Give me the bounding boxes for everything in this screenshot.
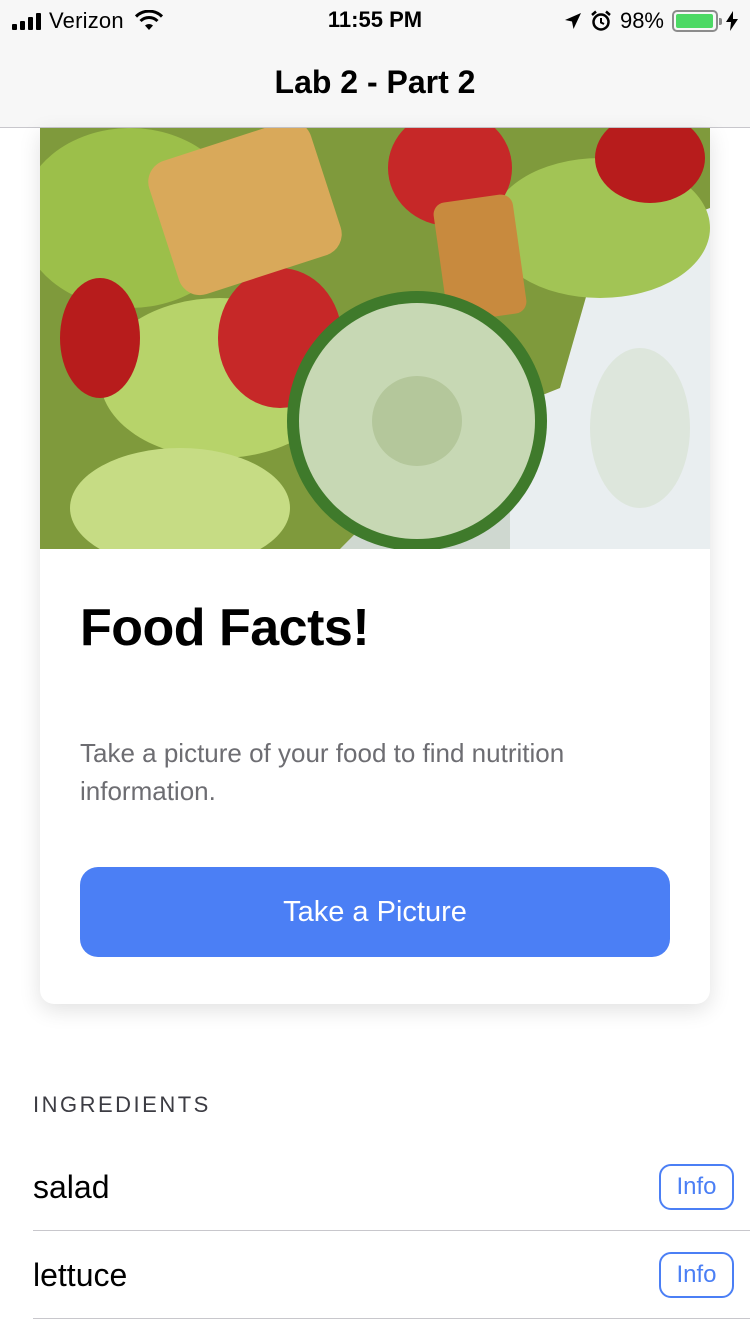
ingredient-row-lettuce[interactable]: lettuce Info <box>33 1231 750 1319</box>
status-right: 98% <box>564 8 738 34</box>
nav-title: Lab 2 - Part 2 <box>274 64 476 100</box>
salad-image <box>40 128 710 549</box>
navigation-bar: Lab 2 - Part 2 <box>0 40 750 128</box>
battery-icon <box>672 10 722 32</box>
take-picture-button[interactable]: Take a Picture <box>80 867 670 957</box>
ingredient-label: salad <box>33 1169 110 1205</box>
battery-percent: 98% <box>619 8 664 33</box>
alarm-icon <box>591 10 611 31</box>
ingredient-row-salad[interactable]: salad Info <box>33 1143 750 1231</box>
card-title: Food Facts! <box>80 599 370 657</box>
charging-bolt-icon <box>726 11 738 31</box>
ingredient-label: lettuce <box>33 1257 128 1293</box>
salad-photo <box>40 128 710 549</box>
status-bar: Verizon 11:55 PM 98% <box>0 0 750 40</box>
food-facts-card: Food Facts! Take a picture of your food … <box>40 128 710 1004</box>
location-arrow-icon <box>564 13 581 29</box>
ingredients-header: INGREDIENTS <box>33 1092 211 1117</box>
info-button[interactable]: Info <box>659 1164 734 1210</box>
card-description: Take a picture of your food to find nutr… <box>80 738 565 806</box>
info-button[interactable]: Info <box>659 1252 734 1298</box>
